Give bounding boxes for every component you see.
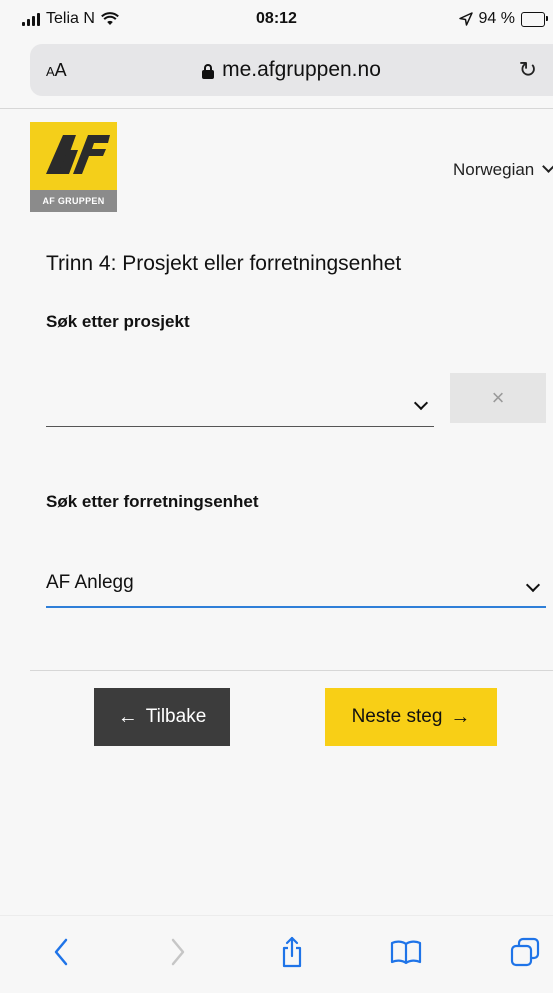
bookmarks-icon[interactable]: [384, 930, 428, 974]
url-display[interactable]: me.afgruppen.no: [30, 58, 553, 82]
logo-text: AF GRUPPEN: [30, 190, 117, 212]
status-right: 94 %: [458, 10, 548, 28]
browser-toolbar: [0, 915, 553, 993]
af-gruppen-logo[interactable]: AF GRUPPEN: [30, 122, 117, 212]
header-divider: [0, 108, 553, 109]
reload-icon[interactable]: ↻: [519, 57, 537, 83]
share-icon[interactable]: [270, 930, 314, 974]
chevron-down-icon: [542, 160, 553, 173]
tabs-icon[interactable]: [503, 930, 547, 974]
business-unit-search-label: Søk etter forretningsenhet: [46, 492, 259, 511]
url-text: me.afgruppen.no: [222, 58, 381, 81]
page-title: Trinn 4: Prosjekt eller forretningsenhet: [46, 252, 402, 275]
back-icon[interactable]: [39, 930, 83, 974]
arrow-right-icon: →: [450, 705, 471, 728]
status-bar: Telia N 08:12 94 %: [0, 0, 553, 40]
forward-icon[interactable]: [156, 930, 200, 974]
next-step-button[interactable]: Neste steg →: [325, 688, 497, 746]
battery-icon: [521, 11, 548, 27]
project-search-label: Søk etter prosjekt: [46, 312, 190, 331]
chevron-down-icon: [525, 577, 541, 593]
project-search-select[interactable]: [46, 380, 434, 427]
language-label: Norwegian: [453, 160, 535, 179]
language-selector[interactable]: Norwegian: [453, 160, 553, 180]
location-icon: [458, 12, 473, 26]
battery-percent: 94 %: [478, 10, 515, 27]
business-unit-value: AF Anlegg: [46, 572, 134, 593]
lock-icon: [202, 64, 215, 79]
arrow-left-icon: ←: [117, 705, 138, 728]
form-divider: [30, 670, 553, 671]
chevron-down-icon: [413, 395, 429, 411]
back-button-label: Tilbake: [145, 706, 207, 727]
next-step-button-label: Neste steg: [351, 706, 443, 727]
back-button[interactable]: ← Tilbake: [94, 688, 230, 746]
business-unit-select[interactable]: AF Anlegg: [46, 562, 546, 608]
address-bar[interactable]: AA me.afgruppen.no ↻: [30, 44, 553, 96]
af-logo-mark: [46, 135, 110, 174]
clear-project-button[interactable]: ×: [450, 373, 546, 423]
